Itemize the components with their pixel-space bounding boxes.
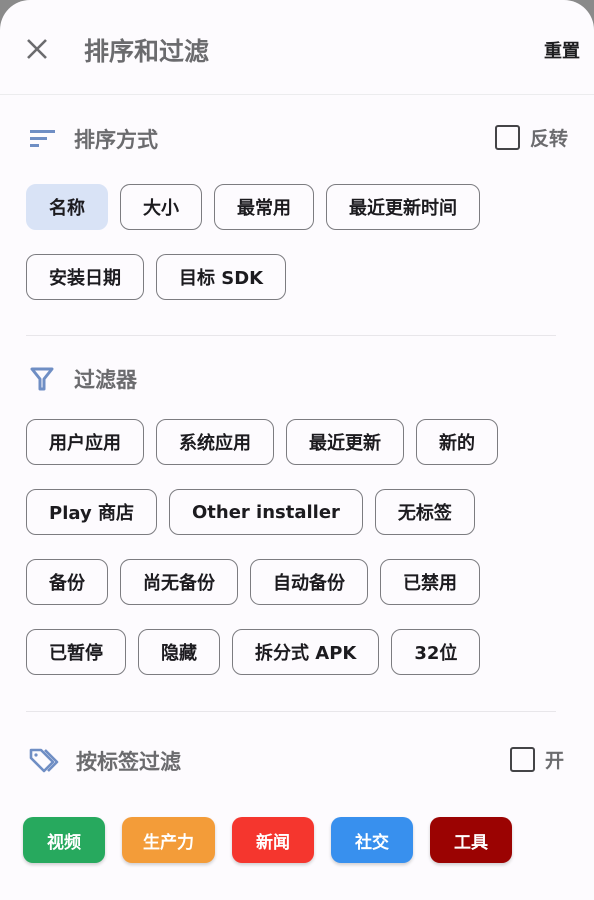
sort-options: 名称 大小 最常用 最近更新时间 安装日期 目标 SDK bbox=[26, 184, 576, 324]
filter-option-chip[interactable]: 用户应用 bbox=[26, 419, 144, 465]
filter-option-row: Play 商店 Other installer 无标签 bbox=[26, 489, 576, 535]
sort-option-chip[interactable]: 名称 bbox=[26, 184, 108, 230]
tag-filter-toggle-label: 开 bbox=[544, 750, 564, 772]
tag-chip[interactable]: 新闻 bbox=[232, 817, 314, 863]
close-icon bbox=[27, 39, 47, 59]
tag-filter-section-title: 按标签过滤 bbox=[76, 750, 181, 774]
sort-option-chip[interactable]: 安装日期 bbox=[26, 254, 144, 300]
filter-option-chip[interactable]: 尚无备份 bbox=[120, 559, 238, 605]
filter-option-chip[interactable]: 新的 bbox=[416, 419, 498, 465]
divider bbox=[26, 711, 556, 712]
filter-options: 用户应用 系统应用 最近更新 新的 Play 商店 Other installer 无标签备… bbox=[26, 419, 576, 699]
filter-option-chip[interactable]: 隐藏 bbox=[138, 629, 220, 675]
checkbox-box[interactable] bbox=[509, 747, 535, 772]
filter-section-header: 过滤器 bbox=[28, 358, 568, 398]
page-title: 排序和过滤 bbox=[84, 37, 210, 66]
filter-option-row: 用户应用 系统应用 最近更新 新的 bbox=[26, 419, 576, 465]
tag-chip[interactable]: 工具 bbox=[430, 817, 512, 863]
checkbox-box[interactable] bbox=[494, 125, 520, 150]
tag-chip[interactable]: 视频 bbox=[23, 817, 105, 863]
tag-chip[interactable]: 社交 bbox=[331, 817, 413, 863]
filter-option-chip[interactable]: 无标签 bbox=[374, 489, 475, 535]
reverse-label: 反转 bbox=[529, 128, 568, 150]
filter-section-title: 过滤器 bbox=[74, 368, 137, 392]
close-button[interactable] bbox=[24, 36, 50, 62]
sort-option-chip[interactable]: 最近更新时间 bbox=[326, 184, 480, 230]
sort-option-chip[interactable]: 大小 bbox=[120, 184, 202, 230]
sort-option-row: 安装日期 目标 SDK bbox=[26, 254, 576, 300]
tag-icon bbox=[28, 746, 59, 774]
filter-option-chip[interactable]: 系统应用 bbox=[156, 419, 274, 465]
filter-option-chip[interactable]: Play 商店 bbox=[26, 489, 157, 535]
filter-icon bbox=[28, 364, 58, 392]
sort-option-chip[interactable]: 目标 SDK bbox=[156, 254, 287, 300]
reverse-checkbox[interactable]: 反转 bbox=[494, 124, 568, 152]
filter-option-row: 已暂停 隐藏 拆分式 APK 32位 bbox=[26, 629, 576, 675]
filter-option-chip[interactable]: 备份 bbox=[26, 559, 108, 605]
filter-option-chip[interactable]: 已禁用 bbox=[380, 559, 480, 605]
sort-section-title: 排序方式 bbox=[74, 128, 158, 152]
sort-option-chip[interactable]: 最常用 bbox=[214, 184, 314, 230]
filter-option-chip[interactable]: Other installer bbox=[168, 489, 363, 535]
sort-filter-sheet: 排序和过滤 重置 排序方式 反转 名称 大小 最常用 最近更新时间 安装日期 目标 SDK… bbox=[0, 0, 594, 900]
tag-filter-toggle[interactable]: 开 bbox=[509, 746, 564, 774]
reset-button[interactable]: 重置 bbox=[544, 37, 580, 63]
filter-option-chip[interactable]: 自动备份 bbox=[250, 559, 368, 605]
filter-option-row: 备份 尚无备份 自动备份 已禁用 bbox=[26, 559, 576, 605]
filter-option-chip[interactable]: 已暂停 bbox=[26, 629, 126, 675]
filter-option-chip[interactable]: 最近更新 bbox=[286, 419, 404, 465]
tag-filter-section-header: 按标签过滤 开 bbox=[28, 740, 568, 780]
filter-option-chip[interactable]: 32位 bbox=[391, 629, 481, 675]
tag-list: 视频 生产力 新闻 社交 工具 bbox=[23, 817, 512, 863]
sort-option-row: 名称 大小 最常用 最近更新时间 bbox=[26, 184, 576, 230]
filter-option-chip[interactable]: 拆分式 APK bbox=[232, 629, 380, 675]
tag-chip[interactable]: 生产力 bbox=[122, 817, 215, 863]
top-bar: 排序和过滤 重置 bbox=[0, 0, 594, 95]
sort-icon bbox=[28, 124, 58, 152]
sort-section-header: 排序方式 反转 bbox=[28, 118, 568, 158]
divider bbox=[26, 335, 556, 336]
